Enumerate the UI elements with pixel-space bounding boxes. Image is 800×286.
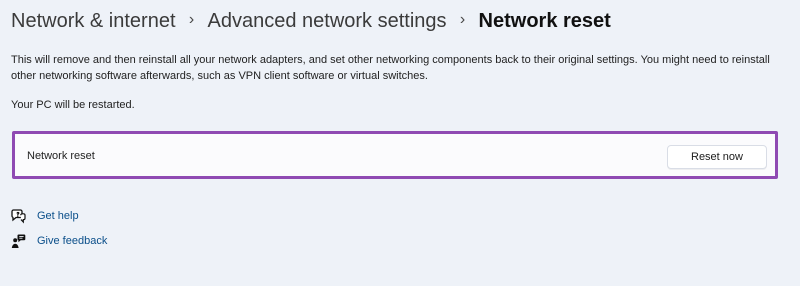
breadcrumb-separator-2: › — [459, 11, 466, 28]
feedback-person-icon — [10, 233, 27, 250]
reset-now-button[interactable]: Reset now — [667, 145, 767, 169]
page-title: Network reset — [478, 9, 611, 32]
network-reset-label: Network reset — [27, 150, 95, 162]
breadcrumb-network-internet[interactable]: Network & internet — [11, 10, 176, 33]
network-reset-card: Network reset Reset now — [12, 131, 778, 179]
get-help-link[interactable]: Get help — [10, 206, 79, 226]
chat-help-icon — [10, 208, 27, 225]
get-help-label: Get help — [37, 210, 79, 222]
breadcrumb: Network & internet › Advanced network se… — [11, 5, 611, 37]
breadcrumb-advanced-network-settings[interactable]: Advanced network settings — [208, 10, 447, 33]
give-feedback-link[interactable]: Give feedback — [10, 231, 107, 251]
give-feedback-label: Give feedback — [37, 235, 108, 247]
breadcrumb-separator-1: › — [188, 11, 195, 28]
restart-note: Your PC will be restarted. — [11, 99, 135, 111]
network-reset-description: This will remove and then reinstall all … — [11, 54, 770, 82]
